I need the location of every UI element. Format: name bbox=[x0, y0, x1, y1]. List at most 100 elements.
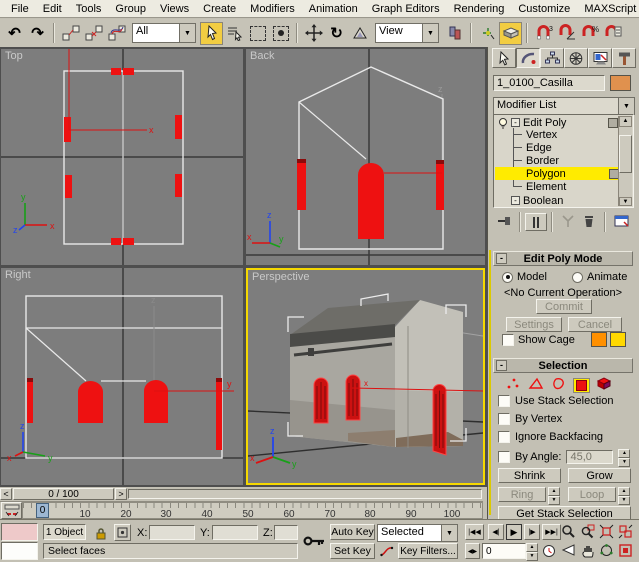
modifier-enable-square[interactable] bbox=[608, 118, 618, 128]
zoom-extents-all-button[interactable] bbox=[618, 524, 636, 540]
grow-button[interactable]: Grow bbox=[568, 468, 631, 483]
time-slider-right-arrow[interactable]: > bbox=[115, 488, 127, 500]
select-by-name-button[interactable] bbox=[223, 22, 246, 45]
viewport-top-label[interactable]: Top bbox=[5, 50, 23, 62]
commit-button[interactable]: Commit bbox=[536, 299, 592, 314]
spinner-up-icon[interactable]: ▲ bbox=[618, 487, 630, 496]
by-angle-checkbox[interactable] bbox=[498, 451, 510, 463]
by-vertex-checkbox[interactable] bbox=[498, 413, 510, 425]
tab-modify[interactable] bbox=[516, 48, 540, 68]
by-angle-field[interactable]: 45,0 bbox=[566, 450, 613, 464]
mini-curve-editor-button[interactable] bbox=[1, 502, 22, 519]
scroll-down-icon[interactable]: ▼ bbox=[619, 197, 632, 206]
dropdown-arrow-icon[interactable]: ▼ bbox=[179, 24, 195, 42]
time-slider-left-arrow[interactable]: < bbox=[0, 488, 12, 500]
menu-graph-editors[interactable]: Graph Editors bbox=[365, 1, 447, 17]
select-object-button[interactable] bbox=[200, 22, 223, 45]
stack-row-element[interactable]: Element bbox=[495, 180, 618, 193]
spinner-up-icon[interactable]: ▲ bbox=[548, 487, 560, 496]
select-and-rotate-button[interactable]: ↻ bbox=[325, 22, 348, 45]
ring-spinner[interactable]: ▲ ▼ bbox=[548, 487, 560, 502]
arc-rotate-button[interactable] bbox=[599, 543, 617, 559]
border-subobject-button[interactable] bbox=[550, 376, 568, 394]
by-angle-spinner[interactable]: ▲ ▼ bbox=[618, 449, 630, 464]
zoom-all-button[interactable] bbox=[580, 524, 598, 540]
use-stack-selection-checkbox[interactable] bbox=[498, 395, 510, 407]
tab-utilities[interactable] bbox=[612, 48, 636, 68]
ring-button[interactable]: Ring bbox=[498, 487, 546, 502]
selection-rollout-header[interactable]: Selection bbox=[493, 358, 633, 373]
time-slider-handle[interactable]: 0 / 100 bbox=[13, 488, 114, 500]
next-frame-button[interactable]: |▶ bbox=[524, 524, 540, 540]
menu-rendering[interactable]: Rendering bbox=[447, 1, 512, 17]
polygon-subobject-button[interactable] bbox=[573, 378, 590, 393]
spinner-up-icon[interactable]: ▲ bbox=[618, 449, 630, 458]
selection-set-dropdown[interactable]: Selected ▼ bbox=[377, 524, 458, 542]
stack-row-vertex[interactable]: Vertex bbox=[495, 128, 618, 141]
stack-row-boolean[interactable]: - Boolean bbox=[495, 194, 618, 207]
element-subobject-button[interactable] bbox=[595, 376, 613, 394]
menu-maxscript[interactable]: MAXScript bbox=[577, 1, 639, 17]
frame-spinner[interactable]: ▲ ▼ bbox=[526, 543, 538, 559]
cage-selected-color-swatch[interactable] bbox=[610, 332, 626, 347]
viewport-back-label[interactable]: Back bbox=[250, 50, 274, 62]
select-and-manipulate-button[interactable] bbox=[476, 22, 499, 45]
scroll-up-icon[interactable]: ▲ bbox=[619, 116, 632, 127]
viewport-perspective-label[interactable]: Perspective bbox=[252, 271, 309, 283]
ignore-backfacing-checkbox[interactable] bbox=[498, 431, 510, 443]
animate-radio[interactable] bbox=[572, 272, 583, 283]
menu-file[interactable]: File bbox=[4, 1, 36, 17]
goto-end-button[interactable]: ▶▶| bbox=[542, 524, 561, 540]
key-filters-button[interactable]: Key Filters... bbox=[398, 543, 458, 559]
settings-button[interactable]: Settings bbox=[506, 317, 562, 332]
collapse-box[interactable]: - bbox=[511, 196, 520, 205]
rollout-collapse-icon[interactable]: - bbox=[496, 360, 507, 371]
cage-color-swatch[interactable] bbox=[591, 332, 607, 347]
window-crossing-button[interactable] bbox=[269, 22, 292, 45]
stack-row-border[interactable]: Border bbox=[495, 154, 618, 167]
menu-create[interactable]: Create bbox=[196, 1, 243, 17]
tab-motion[interactable] bbox=[564, 48, 588, 68]
current-frame-field[interactable]: 0 bbox=[482, 543, 526, 559]
spinner-down-icon[interactable]: ▼ bbox=[548, 496, 560, 505]
cancel-button[interactable]: Cancel bbox=[568, 317, 622, 332]
dropdown-arrow-icon[interactable]: ▼ bbox=[441, 525, 457, 541]
pan-button[interactable] bbox=[580, 543, 598, 559]
select-and-link-button[interactable] bbox=[59, 22, 82, 45]
dropdown-arrow-icon[interactable]: ▼ bbox=[618, 98, 634, 114]
play-button[interactable]: ▶ bbox=[506, 524, 522, 540]
time-configuration-button[interactable] bbox=[540, 543, 557, 559]
time-slider-track[interactable] bbox=[128, 489, 482, 499]
make-unique-button[interactable] bbox=[557, 214, 579, 231]
selection-region-button[interactable] bbox=[246, 22, 269, 45]
track-ruler[interactable]: 10 20 30 40 50 60 70 80 90 100 0 bbox=[22, 502, 483, 519]
bind-to-space-warp-button[interactable] bbox=[105, 22, 128, 45]
tab-display[interactable] bbox=[588, 48, 612, 68]
stack-row-edge[interactable]: Edge bbox=[495, 141, 618, 154]
collapse-box[interactable]: - bbox=[511, 118, 520, 127]
viewport-back[interactable]: Back z z x y bbox=[246, 49, 485, 265]
dropdown-arrow-icon[interactable]: ▼ bbox=[422, 24, 438, 42]
y-coord-field[interactable] bbox=[212, 525, 258, 540]
z-coord-field[interactable] bbox=[274, 525, 298, 540]
menu-tools[interactable]: Tools bbox=[69, 1, 109, 17]
spinner-down-icon[interactable]: ▼ bbox=[618, 496, 630, 505]
get-stack-selection-button[interactable]: Get Stack Selection bbox=[498, 506, 631, 519]
field-of-view-button[interactable] bbox=[561, 543, 579, 559]
stack-item-edit-poly[interactable]: Edit Poly bbox=[523, 117, 566, 129]
spinner-down-icon[interactable]: ▼ bbox=[618, 458, 630, 467]
reference-coordinate-dropdown[interactable]: View ▼ bbox=[375, 23, 439, 43]
auto-key-button[interactable]: Auto Key bbox=[330, 524, 375, 540]
x-coord-field[interactable] bbox=[149, 525, 195, 540]
viewport-perspective[interactable]: Perspective bbox=[246, 268, 485, 485]
selection-lock-button[interactable] bbox=[92, 524, 109, 541]
shrink-button[interactable]: Shrink bbox=[498, 468, 561, 483]
show-end-result-button[interactable] bbox=[525, 213, 547, 231]
select-and-move-button[interactable] bbox=[302, 22, 325, 45]
spinner-up-icon[interactable]: ▲ bbox=[526, 543, 538, 552]
redo-button[interactable]: ↷ bbox=[26, 22, 49, 45]
stack-item-boolean[interactable]: Boolean bbox=[523, 195, 563, 207]
unlink-selection-button[interactable] bbox=[82, 22, 105, 45]
stack-scrollbar[interactable]: ▲ ▼ bbox=[618, 116, 632, 206]
menu-modifiers[interactable]: Modifiers bbox=[243, 1, 302, 17]
